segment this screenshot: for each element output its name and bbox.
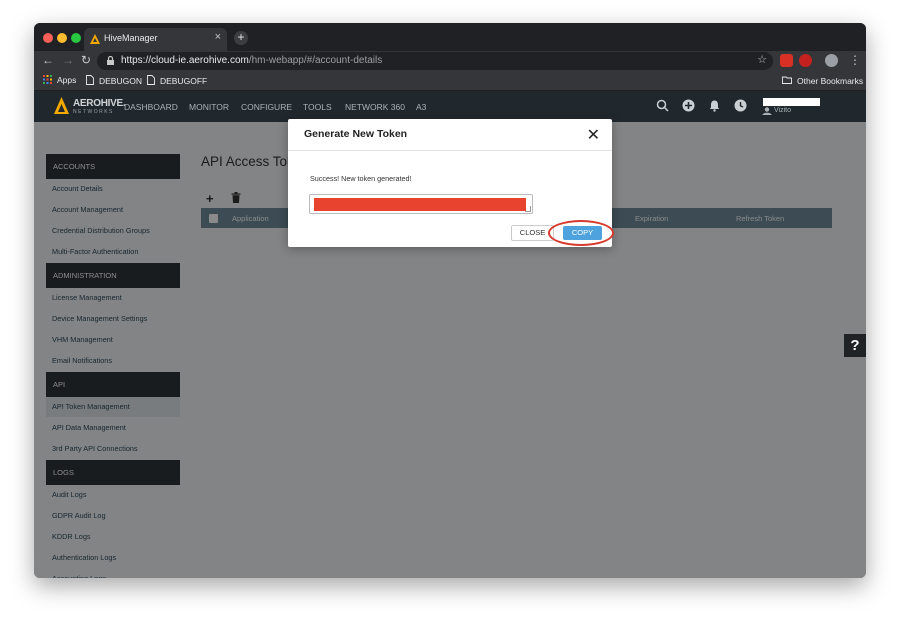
nav-monitor[interactable]: MONITOR [189,102,229,112]
close-window-button[interactable] [43,33,53,43]
page-icon [147,75,155,85]
nav-dashboard[interactable]: DASHBOARD [124,102,178,112]
resize-handle-icon[interactable] [525,206,531,212]
bookmark-debugon[interactable]: DEBUGON [86,75,142,86]
aerohive-favicon-icon [90,34,100,44]
user-icon [762,107,772,115]
copy-highlight-annotation [548,220,614,246]
aerohive-logo-icon [54,97,69,114]
bookmarks-bar: Apps DEBUGON DEBUGOFF Other Bookmarks [34,71,866,91]
forward-icon[interactable]: → [62,53,74,67]
dialog-divider [288,150,612,151]
back-icon[interactable]: ← [42,53,54,67]
address-bar[interactable]: https://cloud-ie.aerohive.com/hm-webapp/… [97,52,773,70]
logo-text: AEROHIVE. [73,98,126,109]
browser-window: HiveManager × + ← → ↻ https://cloud-ie.a… [34,23,866,578]
url-text: https://cloud-ie.aerohive.com/hm-webapp/… [121,55,382,66]
tab-close-icon[interactable]: × [215,31,221,43]
nav-tools[interactable]: TOOLS [303,102,332,112]
maximize-window-button[interactable] [71,33,81,43]
bookmark-apps[interactable]: Apps [43,75,76,85]
tab-title: HiveManager [104,33,158,43]
clock-icon[interactable] [734,99,747,112]
logo-subtext: NETWORKS [73,109,114,115]
app-header: AEROHIVE. NETWORKS DASHBOARD MONITOR CON… [34,91,866,122]
bookmark-star-icon[interactable]: ☆ [757,53,767,66]
minimize-window-button[interactable] [57,33,67,43]
folder-icon [782,76,792,84]
browser-menu-icon[interactable]: ⋮ [849,53,861,67]
search-icon[interactable] [656,99,669,112]
username-redacted[interactable] [763,98,820,106]
url-host: https://cloud-ie.aerohive.com [121,55,249,66]
help-button[interactable]: ? [844,334,866,357]
nav-a3[interactable]: A3 [416,102,426,112]
dialog-title: Generate New Token [304,128,408,140]
close-icon[interactable]: ✕ [587,125,600,145]
bookmark-other-label: Other Bookmarks [797,76,864,86]
apps-grid-icon [43,75,52,84]
browser-tab[interactable]: HiveManager × [84,28,227,51]
nav-network-360[interactable]: NETWORK 360 [345,102,405,112]
add-circle-icon[interactable] [682,99,695,112]
bookmark-apps-label: Apps [57,75,77,85]
url-path: /hm-webapp/#/account-details [248,55,383,66]
profile-avatar[interactable] [825,54,838,67]
aerohive-logo[interactable]: AEROHIVE. NETWORKS [54,97,126,117]
pdf-extension-icon[interactable] [780,54,793,67]
reload-icon[interactable]: ↻ [81,53,91,67]
token-redaction [314,198,526,211]
success-message: Success! New token generated! [310,174,412,183]
bookmark-debugoff[interactable]: DEBUGOFF [147,75,207,86]
page-icon [86,75,94,85]
user-subtitle: Vizito [774,107,791,114]
browser-toolbar: ← → ↻ https://cloud-ie.aerohive.com/hm-w… [34,51,866,71]
nav-configure[interactable]: CONFIGURE [241,102,292,112]
lock-icon [107,56,114,65]
tab-strip: HiveManager × + [34,23,866,51]
bookmark-debugoff-label: DEBUGOFF [160,76,208,86]
new-tab-button[interactable]: + [234,31,248,45]
bookmark-debugon-label: DEBUGON [99,76,142,86]
token-textarea[interactable] [309,194,533,214]
bookmark-other[interactable]: Other Bookmarks [782,75,863,86]
adblock-extension-icon[interactable] [799,54,812,67]
bell-icon[interactable] [708,99,721,112]
